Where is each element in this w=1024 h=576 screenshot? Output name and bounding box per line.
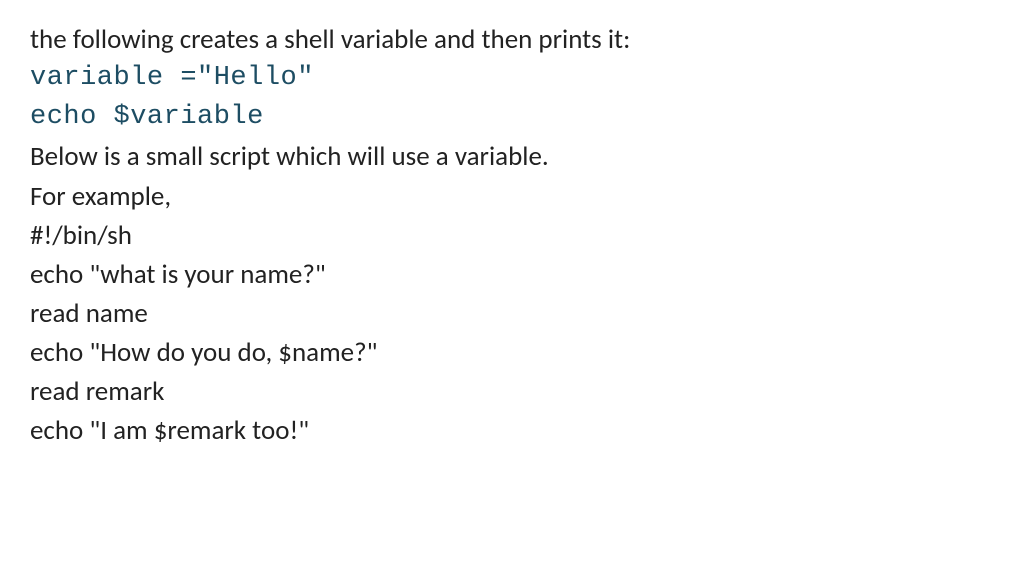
script-read-name: read name [30,294,994,333]
script-shebang: #!/bin/sh [30,216,994,255]
for-example-text: For example, [30,177,994,216]
code-echo-variable: echo $variable [30,98,994,137]
script-echo-name-prompt: echo "what is your name?" [30,255,994,294]
intro-text: the following creates a shell variable a… [30,20,994,59]
code-variable-assign: variable ="Hello" [30,59,994,98]
script-echo-greeting: echo "How do you do, $name?" [30,333,994,372]
script-echo-remark: echo "I am $remark too!" [30,411,994,450]
script-read-remark: read remark [30,372,994,411]
description-text: Below is a small script which will use a… [30,137,994,176]
